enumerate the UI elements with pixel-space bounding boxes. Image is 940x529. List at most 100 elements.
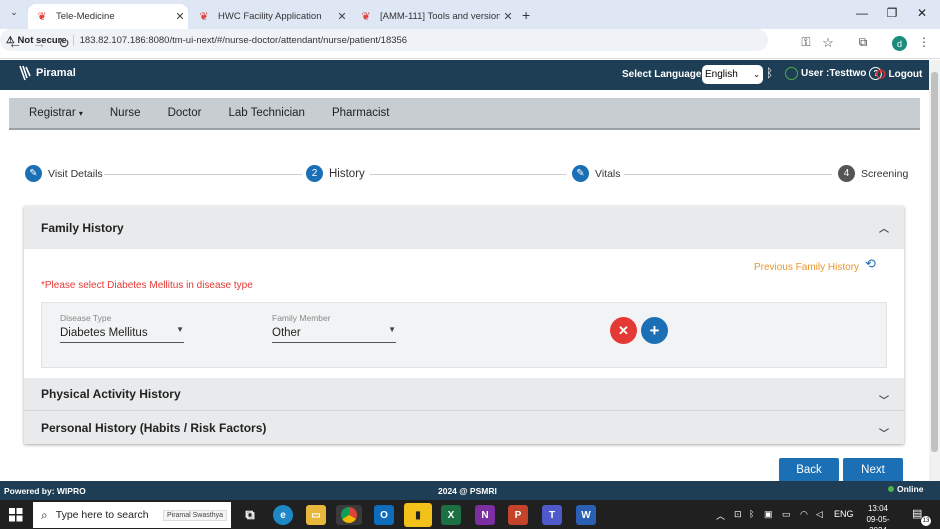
next-button[interactable]: Next xyxy=(843,458,903,482)
step-label: History xyxy=(329,167,365,180)
family-member-select[interactable]: Family Member Other ▼ xyxy=(272,313,396,343)
step-screening[interactable]: 4 Screening xyxy=(838,165,908,182)
history-icon: ⟲ xyxy=(865,255,876,271)
close-tab-icon[interactable]: ✕ xyxy=(172,10,188,23)
nav-pharmacist[interactable]: Pharmacist xyxy=(332,107,390,119)
url-text: 183.82.107.186:8080/tm-ui-next/#/nurse-d… xyxy=(79,34,408,46)
personal-history-header[interactable]: Personal History (Habits / Risk Factors)… xyxy=(24,411,904,444)
windows-start-icon[interactable] xyxy=(9,508,23,525)
family-history-row: Disease Type Diabetes Mellitus ▼ Family M… xyxy=(41,302,887,368)
family-history-header[interactable]: Family History ︿ xyxy=(24,206,904,249)
search-placeholder: Type here to search xyxy=(55,509,149,521)
tray-chevron-icon[interactable]: ︿ xyxy=(716,509,725,522)
sticky-notes-icon[interactable]: ▮ xyxy=(404,503,432,527)
chrome-icon[interactable] xyxy=(336,505,362,525)
language-select[interactable]: English ⌄ xyxy=(702,65,763,84)
outlook-icon[interactable]: O xyxy=(374,505,394,525)
chevron-down-icon: ﹀ xyxy=(879,429,889,440)
language-indicator[interactable]: ENG xyxy=(834,509,854,519)
window-close-icon[interactable]: ✕ xyxy=(912,6,932,20)
user-info[interactable]: User :Testtwo ? xyxy=(785,67,883,80)
heart-favicon-icon: ❦ xyxy=(199,11,209,23)
clock-date: 09-05-2024 xyxy=(866,515,890,529)
profile-avatar[interactable]: d xyxy=(892,36,907,51)
tab-amm-111[interactable]: ❦ [AMM-111] Tools and version u ✕ xyxy=(352,4,516,29)
stepper-line xyxy=(370,174,566,175)
step-label: Screening xyxy=(861,167,909,180)
battery-icon[interactable]: ▭ xyxy=(782,509,791,520)
close-tab-icon[interactable]: ✕ xyxy=(334,10,350,23)
jira-favicon-icon: ❦ xyxy=(361,11,371,23)
logout-button[interactable]: ⏻ Logout xyxy=(876,67,922,82)
caret-down-icon: ▼ xyxy=(388,325,396,334)
browser-tab-bar: ⌄ ❦ Tele-Medicine ✕ ❦ HWC Facility Appli… xyxy=(0,0,940,29)
word-icon[interactable]: W xyxy=(576,505,596,525)
tray-display-icon[interactable]: ▣ xyxy=(764,509,773,520)
piramal-badge: Piramal Swasthya xyxy=(162,509,227,521)
validation-warning: *Please select Diabetes Mellitus in dise… xyxy=(41,280,253,291)
url-field[interactable]: ⚠ Not secure 183.82.107.186:8080/tm-ui-n… xyxy=(0,29,768,51)
status-label: Online xyxy=(897,484,924,494)
tray-app-icon[interactable]: ⊡ xyxy=(734,509,742,520)
powerpoint-icon[interactable]: P xyxy=(508,505,528,525)
logo-text: Piramal xyxy=(36,67,76,79)
tray-bluetooth-icon[interactable]: ᛒ xyxy=(749,509,754,519)
caret-down-icon: ▼ xyxy=(176,325,184,334)
user-icon xyxy=(785,67,798,80)
edge-icon[interactable]: e xyxy=(273,505,293,525)
field-label: Family Member xyxy=(272,313,331,323)
status-dot-icon xyxy=(888,486,894,492)
wifi-icon[interactable]: ◠ xyxy=(800,509,808,520)
clock[interactable]: 13:04 09-05-2024 xyxy=(860,503,896,529)
taskbar-search[interactable]: ⌕ Type here to search Piramal Swasthya xyxy=(33,502,231,528)
restore-icon[interactable]: ❐ xyxy=(882,6,902,20)
nav-registrar[interactable]: Registrar ▾ xyxy=(29,107,83,119)
step-history[interactable]: 2 History xyxy=(306,165,365,182)
online-status: Online xyxy=(888,484,923,494)
field-value: Other xyxy=(272,327,301,339)
scrollbar-thumb[interactable] xyxy=(931,72,938,452)
nav-nurse[interactable]: Nurse xyxy=(110,107,141,119)
forward-arrow-icon[interactable]: → xyxy=(30,35,48,51)
tab-hwc-facility[interactable]: ❦ HWC Facility Application ✕ xyxy=(190,4,350,29)
onenote-icon[interactable]: N xyxy=(475,505,495,525)
password-key-icon[interactable]: ⚿ xyxy=(797,35,815,50)
tab-title: [AMM-111] Tools and version u xyxy=(380,11,500,22)
volume-icon[interactable]: ◁ xyxy=(816,509,823,520)
close-tab-icon[interactable]: ✕ xyxy=(500,10,516,23)
nav-doctor[interactable]: Doctor xyxy=(168,107,202,119)
bluetooth-icon[interactable]: ᛒ xyxy=(766,66,773,80)
disease-type-select[interactable]: Disease Type Diabetes Mellitus ▼ xyxy=(60,313,184,343)
excel-icon[interactable]: X xyxy=(441,505,461,525)
minimize-icon[interactable]: — xyxy=(852,6,872,20)
task-view-icon[interactable]: ⧉ xyxy=(240,505,260,525)
section-title: Personal History (Habits / Risk Factors) xyxy=(41,420,267,435)
tab-telemedicine[interactable]: ❦ Tele-Medicine ✕ xyxy=(28,4,188,29)
previous-family-history-link[interactable]: Previous Family History ⟲ xyxy=(754,256,876,274)
back-button[interactable]: Back xyxy=(779,458,839,482)
bookmark-star-icon[interactable]: ☆ xyxy=(819,35,837,51)
step-vitals[interactable]: ✎ Vitals xyxy=(572,165,621,182)
piramal-leaf-icon xyxy=(19,65,31,81)
step-number: 2 xyxy=(306,165,323,182)
browser-menu-icon[interactable]: ⋮ xyxy=(915,35,933,49)
teams-icon[interactable]: T xyxy=(542,505,562,525)
file-explorer-icon[interactable]: ▭ xyxy=(306,505,326,525)
tab-title: HWC Facility Application xyxy=(218,11,322,22)
role-navigation: Registrar ▾ Nurse Doctor Lab Technician … xyxy=(9,98,920,130)
plus-icon: + xyxy=(649,320,660,340)
remove-row-button[interactable]: ✕ xyxy=(610,317,637,344)
extensions-icon[interactable]: ⧉ xyxy=(854,35,872,50)
nav-lab-technician[interactable]: Lab Technician xyxy=(228,107,305,119)
back-arrow-icon[interactable]: ← xyxy=(6,35,24,51)
chevron-up-icon: ︿ xyxy=(879,224,889,235)
field-label: Disease Type xyxy=(60,313,112,323)
new-tab-icon[interactable]: + xyxy=(522,7,530,23)
previous-link-label: Previous Family History xyxy=(754,262,860,273)
step-visit-details[interactable]: ✎ Visit Details xyxy=(25,165,103,182)
reload-icon[interactable]: ↻ xyxy=(55,35,73,52)
add-row-button[interactable]: + xyxy=(641,317,668,344)
physical-activity-header[interactable]: Physical Activity History ﹀ xyxy=(24,378,904,411)
tab-search-icon[interactable]: ⌄ xyxy=(6,7,22,23)
stepper-line xyxy=(624,174,832,175)
